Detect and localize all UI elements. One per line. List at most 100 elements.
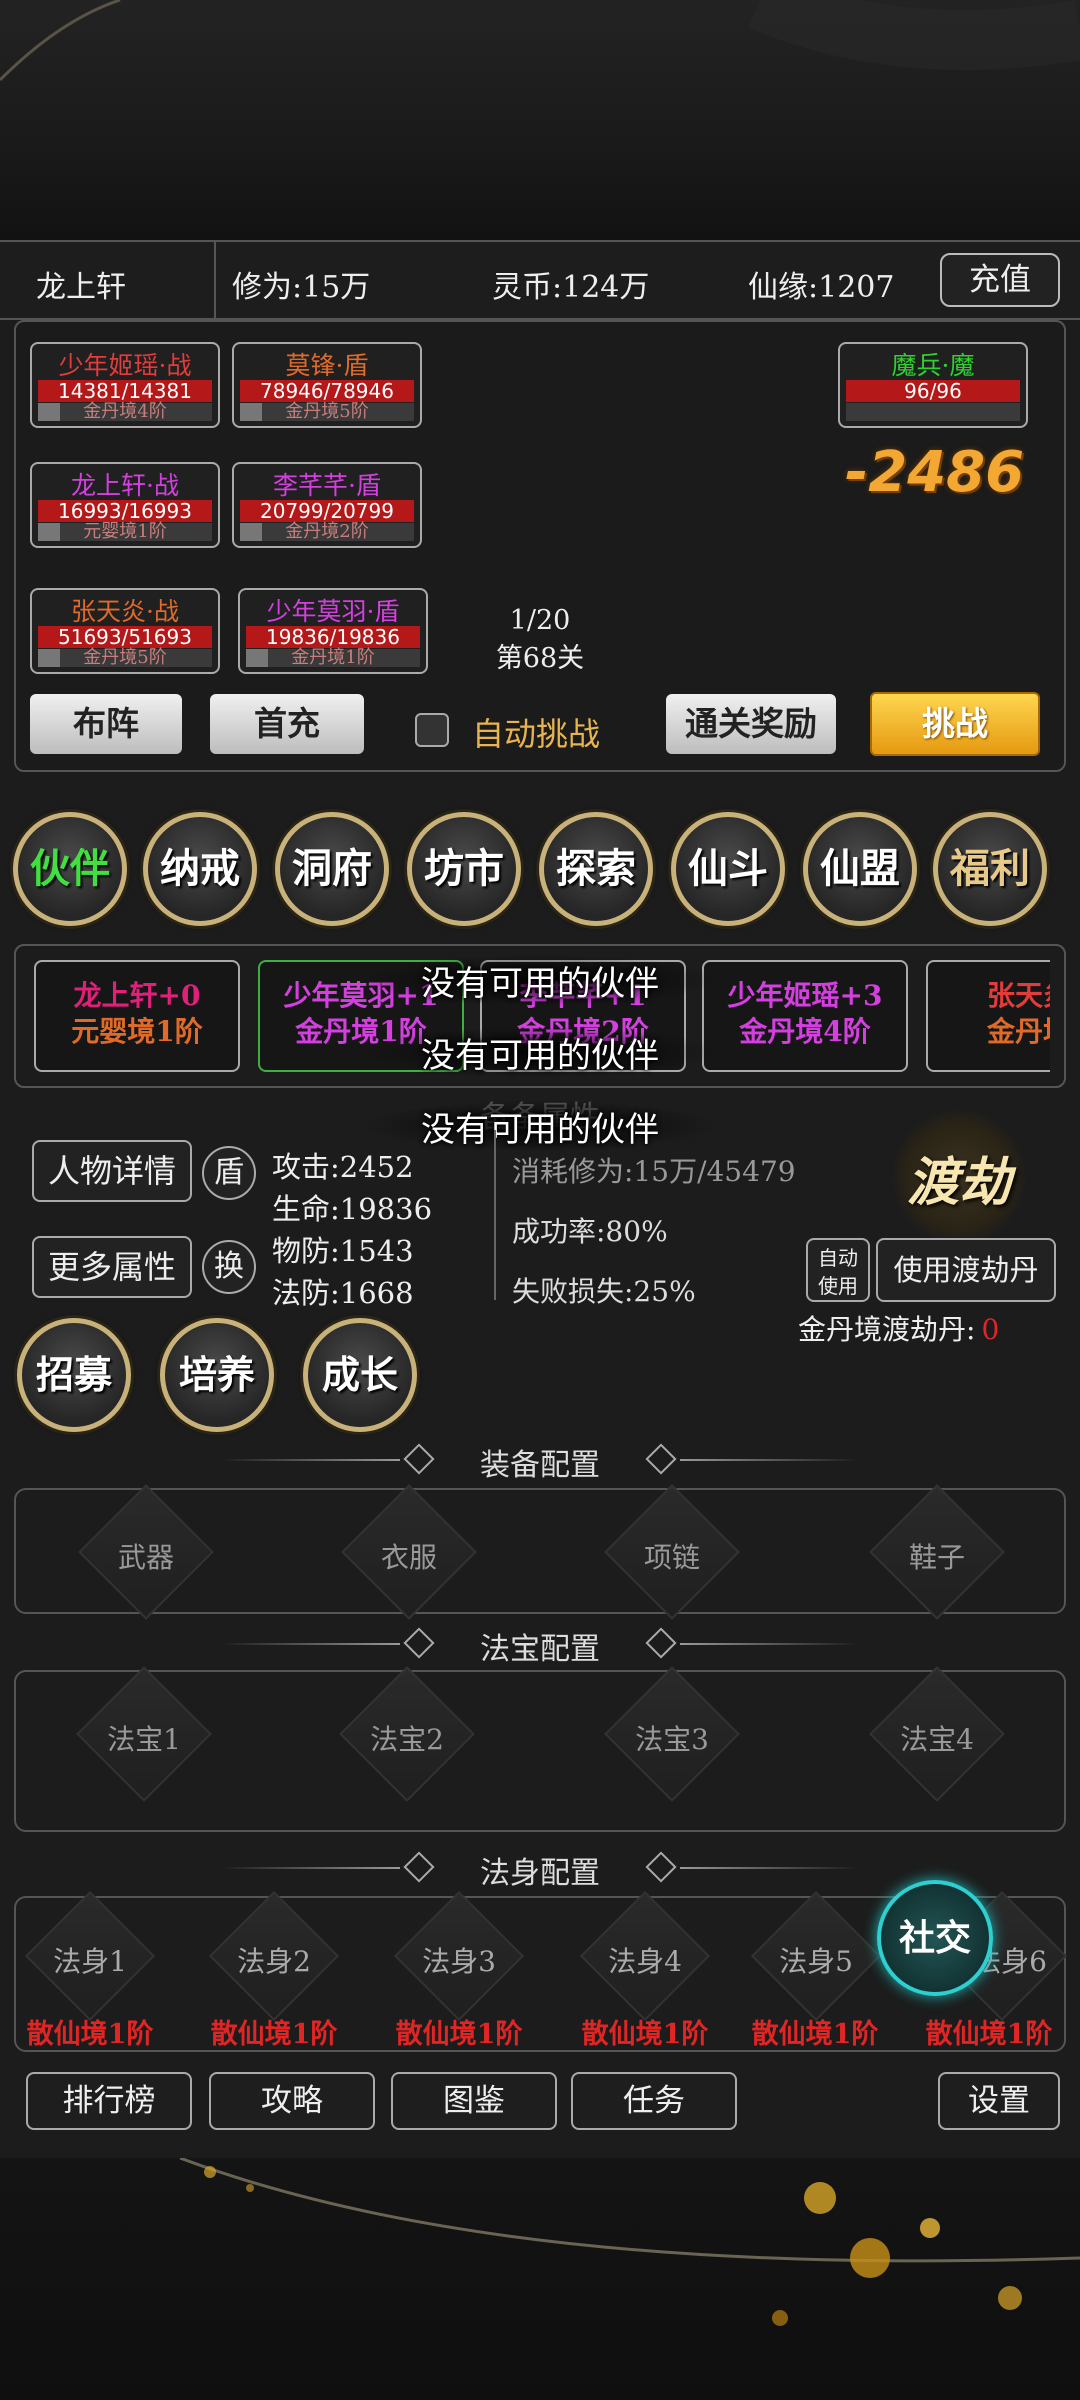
ally-card[interactable]: 龙上轩·战 16993/16993 元婴境1阶 [30,462,220,548]
ally-realm-bar: 金丹境1阶 [246,649,420,667]
ally-name: 龙上轩·战 [71,471,179,500]
ally-card[interactable]: 少年姬瑶·战 14381/14381 金丹境4阶 [30,342,220,428]
clear-reward-button[interactable]: 通关奖励 [666,694,836,754]
ally-realm-bar: 元婴境1阶 [38,523,212,541]
task-button[interactable]: 任务 [571,2072,737,2130]
character-detail-button[interactable]: 人物详情 [32,1140,192,1202]
enemy-name: 魔兵·魔 [891,351,975,380]
toast-message: 没有可用的伙伴 [421,1036,659,1076]
shoes-slot-label: 鞋子 [908,1541,965,1574]
pill-info: 金丹境渡劫丹: 0 [798,1308,999,1348]
auto-use-toggle[interactable]: 自动使用 [806,1238,870,1302]
divider [680,1867,860,1869]
body-slot-label: 法身1 [53,1945,127,1978]
weapon-slot-label: 武器 [117,1541,174,1574]
ally-realm: 金丹境1阶 [291,647,375,668]
game-screen: 龙上轩 修为:15万 灵币:124万 仙缘:1207 充值 少年姬瑶·战 143… [0,0,1080,2400]
body-slot-realm: 散仙境1阶 [581,2019,709,2050]
ally-card[interactable]: 李芊芊·盾 20799/20799 金丹境2阶 [232,462,422,548]
player-name: 龙上轩 [36,270,126,305]
fate-value: 仙缘:1207 [748,270,895,305]
recruit-button[interactable]: 招募 [17,1318,131,1432]
recharge-button[interactable]: 充值 [940,253,1060,307]
divider [494,1130,496,1300]
nav-market-button[interactable]: 坊市 [407,812,521,926]
ally-hp: 19836/19836 [246,626,420,648]
nav-alliance-button[interactable]: 仙盟 [803,812,917,926]
ally-name: 少年莫羽·盾 [266,597,400,626]
attack-stat: 攻击:2452 [272,1150,414,1184]
ally-hp: 14381/14381 [38,380,212,402]
background-bottom-art [0,2158,1080,2400]
body-slot-realm: 散仙境1阶 [925,2019,1053,2050]
auto-challenge-label[interactable]: 自动挑战 [472,709,600,755]
ally-card[interactable]: 张天炎·战 51693/51693 金丹境5阶 [30,588,220,674]
treasure-slot-label: 法宝1 [107,1723,181,1756]
spirit-coin-value: 灵币:124万 [492,270,650,305]
auto-challenge-checkbox[interactable] [415,713,449,747]
settings-button[interactable]: 设置 [938,2072,1060,2130]
body-slot-label: 法身5 [779,1945,853,1978]
formation-button[interactable]: 布阵 [30,694,182,754]
enemy-bar2 [846,403,1020,421]
ally-realm-bar: 金丹境4阶 [38,403,212,421]
pill-label: 金丹境渡劫丹: [798,1313,976,1346]
pill-count: 0 [981,1313,1000,1346]
nav-partner-button[interactable]: 伙伴 [13,812,127,926]
ally-realm: 金丹境5阶 [285,401,369,422]
grow-button[interactable]: 成长 [303,1318,417,1432]
swap-button[interactable]: 换 [202,1240,256,1294]
stage-number: 第68关 [495,643,585,674]
ally-hp: 20799/20799 [240,500,414,522]
body-slot-realm: 散仙境1阶 [26,2019,154,2050]
equipment-title: 装备配置 [480,1448,600,1483]
ally-card[interactable]: 莫锋·盾 78946/78946 金丹境5阶 [232,342,422,428]
resource-bar: 龙上轩 修为:15万 灵币:124万 仙缘:1207 [0,240,1080,320]
ally-hp: 51693/51693 [38,626,212,648]
use-pill-button[interactable]: 使用渡劫丹 [876,1238,1056,1302]
atlas-button[interactable]: 图鉴 [391,2072,557,2130]
tribulation-label: 渡劫 [906,1152,1011,1213]
train-button[interactable]: 培养 [160,1318,274,1432]
necklace-slot-label: 项链 [643,1541,700,1574]
cultivation-value: 修为:15万 [232,270,371,305]
clothes-slot-label: 衣服 [380,1541,437,1574]
ally-realm: 金丹境5阶 [83,647,167,668]
ally-name: 李芊芊·盾 [273,471,381,500]
fail-loss: 失败损失:25% [512,1275,696,1308]
body-slot-label: 法身4 [608,1945,682,1978]
treasure-slot-label: 法宝2 [370,1723,444,1756]
more-attributes-button[interactable]: 更多属性 [32,1236,192,1298]
treasure-slot-label: 法宝4 [900,1723,974,1756]
ally-realm: 金丹境4阶 [83,401,167,422]
challenge-button[interactable]: 挑战 [870,692,1040,756]
divider [214,242,216,318]
ally-realm-bar: 金丹境2阶 [240,523,414,541]
ally-card[interactable]: 少年莫羽·盾 19836/19836 金丹境1阶 [238,588,428,674]
enemy-card[interactable]: 魔兵·魔 96/96 [838,342,1028,428]
ally-realm-bar: 金丹境5阶 [38,649,212,667]
social-button[interactable]: 社交 [877,1880,993,1996]
first-charge-button[interactable]: 首充 [210,694,364,754]
nav-ring-button[interactable]: 纳戒 [143,812,257,926]
body-slot-realm: 散仙境1阶 [751,2019,879,2050]
life-stat: 生命:19836 [272,1192,433,1226]
guide-button[interactable]: 攻略 [209,2072,375,2130]
damage-number: -2486 [845,440,1025,505]
body-slot-realm: 散仙境1阶 [395,2019,523,2050]
ally-name: 张天炎·战 [71,597,179,626]
enemy-hp: 96/96 [846,380,1020,402]
tribulation-button[interactable]: 渡劫 [892,1110,1026,1244]
divider [680,1643,860,1645]
body-slot-realm: 散仙境1阶 [210,2019,338,2050]
nav-explore-button[interactable]: 探索 [539,812,653,926]
nav-welfare-button[interactable]: 福利 [933,812,1047,926]
magic-defense-stat: 法防:1668 [272,1276,414,1310]
ally-hp: 78946/78946 [240,380,414,402]
nav-cave-button[interactable]: 洞府 [275,812,389,926]
ally-name: 莫锋·盾 [285,351,369,380]
nav-duel-button[interactable]: 仙斗 [671,812,785,926]
treasure-title: 法宝配置 [480,1632,600,1667]
ranking-button[interactable]: 排行榜 [26,2072,192,2130]
body-slot-label: 法身3 [422,1945,496,1978]
